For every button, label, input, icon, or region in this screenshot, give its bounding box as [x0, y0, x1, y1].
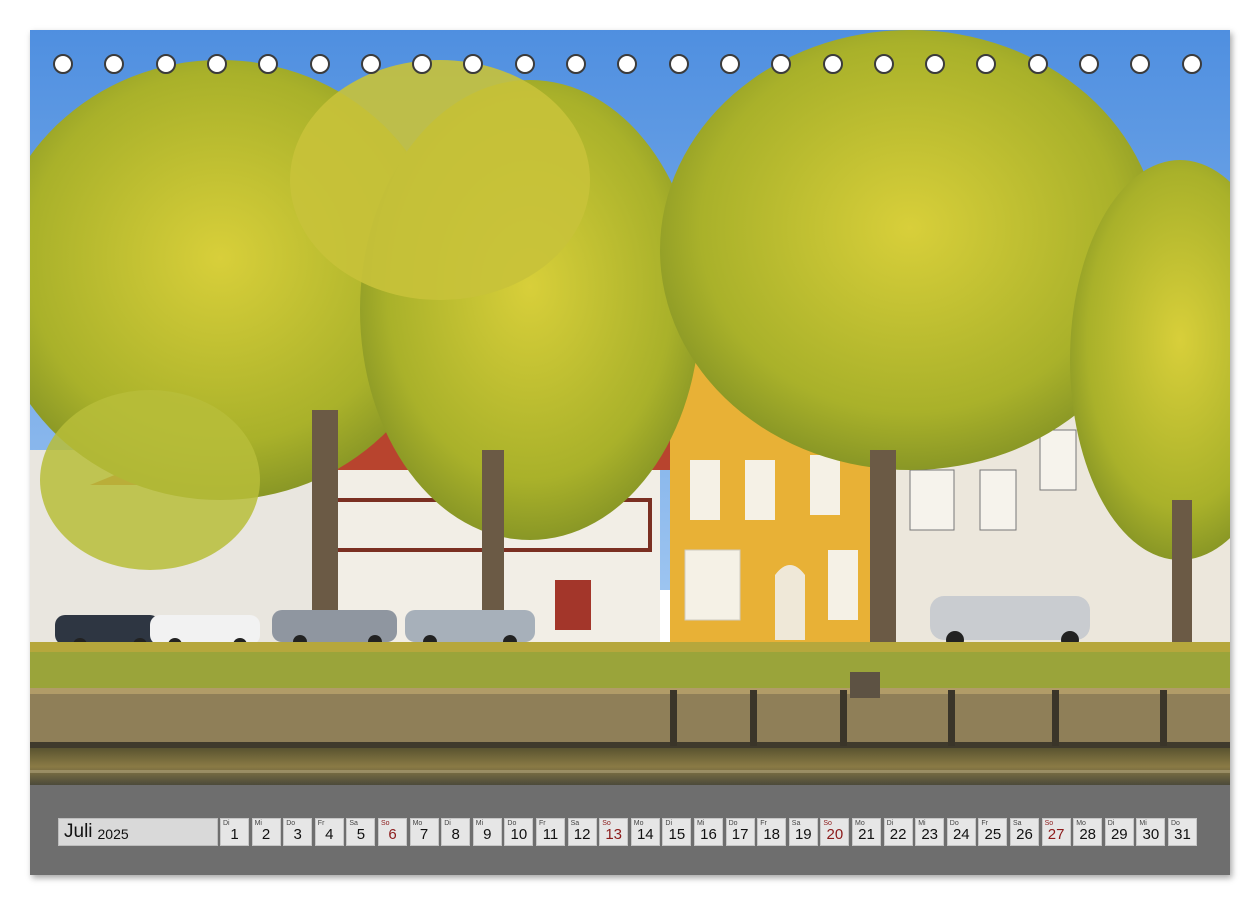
- day-cell: Mo 28: [1073, 818, 1103, 846]
- day-number: 29: [1110, 826, 1128, 843]
- day-number: 8: [451, 826, 460, 843]
- binding-hole: [309, 54, 330, 74]
- day-cell: Mo 14: [630, 818, 660, 846]
- month-label-box: Juli 2025: [58, 818, 218, 846]
- day-number: 22: [889, 826, 907, 843]
- day-number: 20: [826, 826, 844, 843]
- binding-hole: [463, 54, 484, 74]
- day-cell: Fr 25: [978, 818, 1008, 846]
- day-number: 26: [1016, 826, 1033, 843]
- day-cell: So 6: [378, 818, 407, 846]
- day-cell: Do 24: [946, 818, 976, 846]
- day-number: 13: [605, 826, 623, 843]
- day-number: 25: [984, 826, 1002, 843]
- day-cell: Mi 23: [915, 818, 945, 846]
- binding-hole: [1130, 54, 1151, 74]
- day-cell: Fr 4: [314, 818, 344, 846]
- day-number: 19: [794, 826, 812, 843]
- day-cell: Fr 18: [757, 818, 787, 846]
- month-year: 2025: [97, 825, 129, 842]
- binding-hole: [360, 54, 381, 74]
- binding-hole: [1079, 54, 1099, 74]
- day-number: 23: [921, 826, 939, 843]
- binding-hole: [104, 54, 125, 74]
- binding-hole: [1181, 54, 1202, 74]
- day-cell: Di 1: [220, 818, 249, 846]
- binding-hole: [514, 54, 535, 74]
- calendar-photo: [30, 30, 1230, 785]
- binding-hole: [719, 54, 740, 74]
- day-number: 14: [636, 826, 654, 843]
- month-name: Juli: [64, 821, 93, 842]
- binding-hole: [412, 54, 433, 74]
- binding-hole: [1027, 54, 1048, 74]
- day-cell: So 13: [599, 818, 629, 846]
- day-number: 7: [419, 826, 429, 843]
- day-cell: Mi 16: [694, 818, 723, 846]
- day-cell: Di 8: [441, 818, 471, 846]
- binding-hole: [53, 54, 73, 74]
- binding-hole: [617, 54, 638, 74]
- binding-hole: [566, 54, 586, 74]
- day-cell: Sa 26: [1010, 818, 1039, 846]
- day-cell: Do 3: [283, 818, 313, 846]
- day-cell: Mi 30: [1136, 818, 1166, 846]
- day-cell: Di 15: [662, 818, 692, 846]
- day-cell: Do 31: [1168, 818, 1197, 846]
- binding-hole: [206, 54, 227, 74]
- day-number: 5: [356, 826, 366, 843]
- day-number: 31: [1174, 826, 1191, 843]
- day-number: 10: [510, 826, 528, 843]
- day-cell: Sa 12: [567, 818, 597, 846]
- day-cell: Mo 7: [409, 818, 439, 846]
- day-number: 30: [1142, 826, 1160, 843]
- day-cell: Mi 9: [472, 818, 502, 846]
- binding-hole: [873, 54, 894, 74]
- binding-hole: [155, 54, 176, 74]
- day-number: 9: [483, 826, 492, 843]
- day-cell: So 20: [820, 818, 850, 846]
- binding-holes: [30, 54, 1230, 80]
- canal-street-photo: [30, 30, 1230, 785]
- day-cell: So 27: [1041, 818, 1071, 846]
- day-number: 28: [1079, 826, 1097, 843]
- day-number: 11: [542, 826, 559, 843]
- day-number: 27: [1047, 826, 1065, 843]
- calendar-page: Juli 2025 Di 1 Mi 2 Do 3 Fr 4 Sa 5 So 6 Mo 7 Di 8 Mi 9 Do 1…: [30, 30, 1230, 875]
- day-cell: Fr 11: [536, 818, 565, 846]
- binding-hole: [258, 54, 279, 74]
- calendar-strip: Juli 2025 Di 1 Mi 2 Do 3 Fr 4 Sa 5 So 6 Mo 7 Di 8 Mi 9 Do 1…: [30, 785, 1230, 875]
- day-number: 6: [388, 826, 397, 843]
- day-number: 12: [573, 826, 591, 843]
- binding-hole: [771, 54, 792, 74]
- binding-hole: [976, 54, 997, 74]
- day-number: 16: [700, 826, 717, 843]
- day-cell: Sa 5: [346, 818, 376, 846]
- day-number: 24: [952, 826, 970, 843]
- binding-hole: [925, 54, 946, 74]
- day-cell: Do 10: [504, 818, 534, 846]
- day-number: 2: [261, 826, 271, 843]
- day-cell: Sa 19: [788, 818, 818, 846]
- day-cell: Mo 21: [852, 818, 881, 846]
- day-cell: Do 17: [725, 818, 755, 846]
- day-number: 4: [325, 826, 334, 843]
- day-cell: Mi 2: [251, 818, 281, 846]
- day-number: 18: [763, 826, 781, 843]
- binding-hole: [668, 54, 689, 74]
- day-cell: Di 29: [1104, 818, 1134, 846]
- day-number: 21: [858, 826, 875, 843]
- day-number: 3: [293, 826, 302, 843]
- day-number: 17: [731, 826, 749, 843]
- binding-hole: [822, 54, 843, 74]
- day-cell: Di 22: [883, 818, 913, 846]
- day-number: 1: [230, 826, 239, 843]
- day-number: 15: [668, 826, 686, 843]
